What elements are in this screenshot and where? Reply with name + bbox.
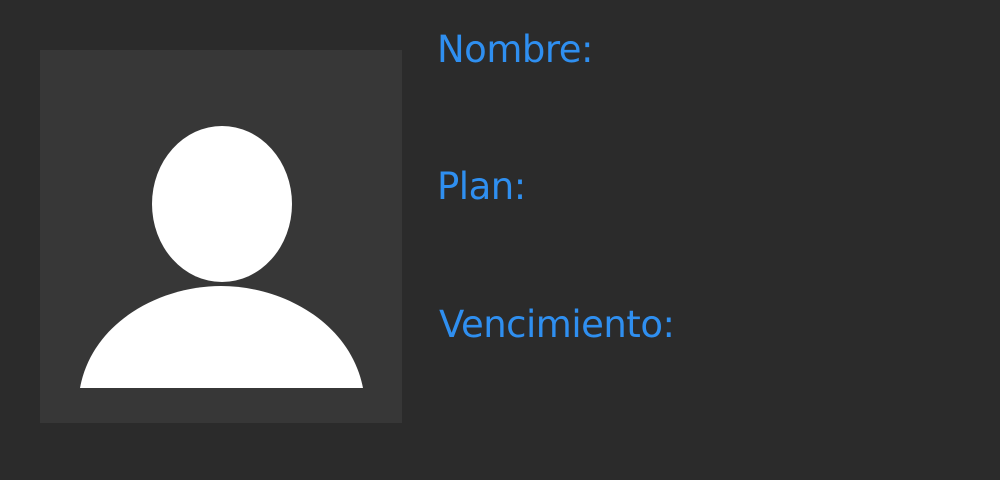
plan-label: Plan: bbox=[437, 165, 526, 208]
avatar-head bbox=[152, 126, 292, 282]
avatar-shoulders bbox=[80, 286, 363, 388]
vencimiento-label: Vencimiento: bbox=[439, 303, 675, 346]
user-silhouette-icon bbox=[80, 126, 363, 388]
avatar bbox=[40, 50, 402, 423]
nombre-label: Nombre: bbox=[437, 28, 593, 71]
profile-card: Nombre: Plan: Vencimiento: bbox=[0, 0, 1000, 480]
